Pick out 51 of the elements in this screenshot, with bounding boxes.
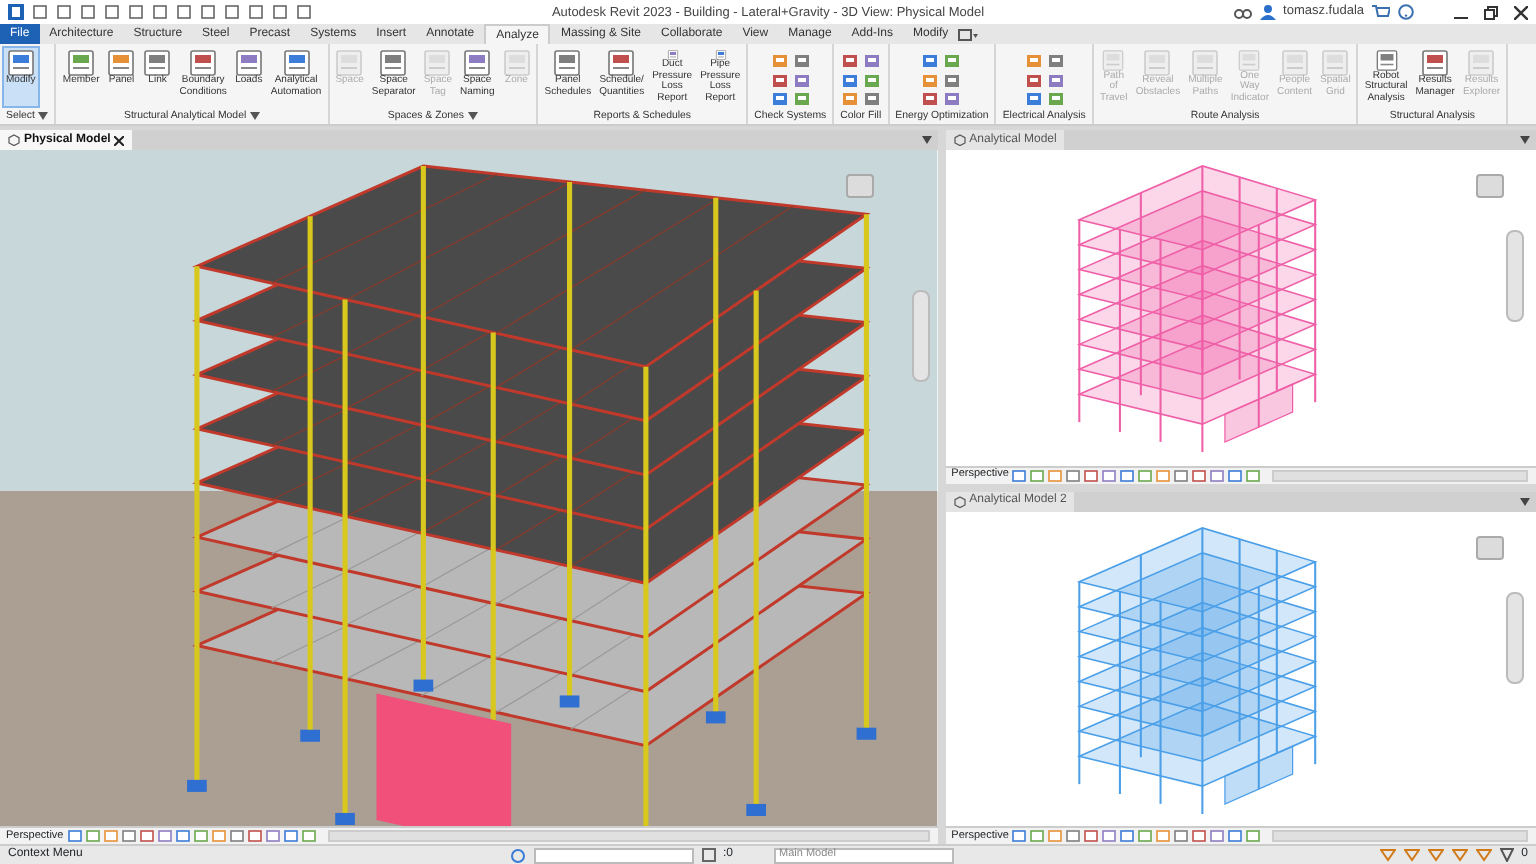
tool-icon <box>1322 50 1349 76</box>
tool-icon <box>503 50 530 76</box>
tool-icon <box>608 50 635 76</box>
tool-icon <box>464 50 491 76</box>
tool-icon <box>1100 50 1127 71</box>
filter-icon[interactable] <box>1499 848 1514 862</box>
selection-icon[interactable] <box>701 848 715 862</box>
close-icon[interactable] <box>114 135 125 145</box>
app-logo-icon[interactable] <box>8 4 24 20</box>
scrollbar[interactable] <box>1272 469 1528 481</box>
caret-icon[interactable] <box>250 112 261 120</box>
tool-icon <box>108 50 135 76</box>
tool-icon <box>1144 50 1171 76</box>
user-icon[interactable] <box>1259 4 1276 20</box>
navigation-bar[interactable] <box>1506 591 1524 683</box>
tool-icon <box>7 50 34 76</box>
tool-icon <box>380 50 407 76</box>
tool-icon <box>68 50 95 76</box>
caret-icon[interactable] <box>921 136 932 144</box>
tool-icon <box>144 50 171 76</box>
caret-icon[interactable] <box>1520 497 1530 505</box>
tool-icon <box>1373 50 1400 71</box>
tool-icon <box>1468 50 1495 76</box>
view-cube-icon[interactable] <box>845 174 874 198</box>
cube-icon <box>953 495 966 507</box>
scrollbar[interactable] <box>1272 830 1528 842</box>
tool-icon <box>283 50 310 76</box>
tool-icon <box>1236 50 1263 71</box>
caret-icon[interactable] <box>1520 136 1530 144</box>
tool-icon <box>190 50 217 76</box>
view-cube-icon[interactable] <box>1476 535 1504 559</box>
close-icon[interactable] <box>1514 5 1528 19</box>
cube-icon <box>953 134 966 146</box>
caret-icon[interactable] <box>38 112 49 120</box>
tool-icon <box>235 50 262 76</box>
tool-icon <box>1281 50 1308 76</box>
tool-icon <box>554 50 581 76</box>
workset-field[interactable] <box>533 847 693 863</box>
tool-icon <box>1422 50 1449 76</box>
view-switch-icon[interactable] <box>958 28 979 44</box>
caret-icon[interactable] <box>468 112 478 120</box>
tool-icon <box>336 50 363 76</box>
cart-icon[interactable] <box>1372 4 1390 20</box>
cube-icon <box>8 134 20 146</box>
scrollbar[interactable] <box>327 830 930 842</box>
tool-icon <box>1192 50 1219 76</box>
view-cube-icon[interactable] <box>1476 174 1504 198</box>
navigation-bar[interactable] <box>1506 230 1524 322</box>
tool-icon <box>424 50 451 76</box>
binoculars-icon[interactable] <box>1233 4 1252 20</box>
restore-icon[interactable] <box>1484 5 1498 19</box>
